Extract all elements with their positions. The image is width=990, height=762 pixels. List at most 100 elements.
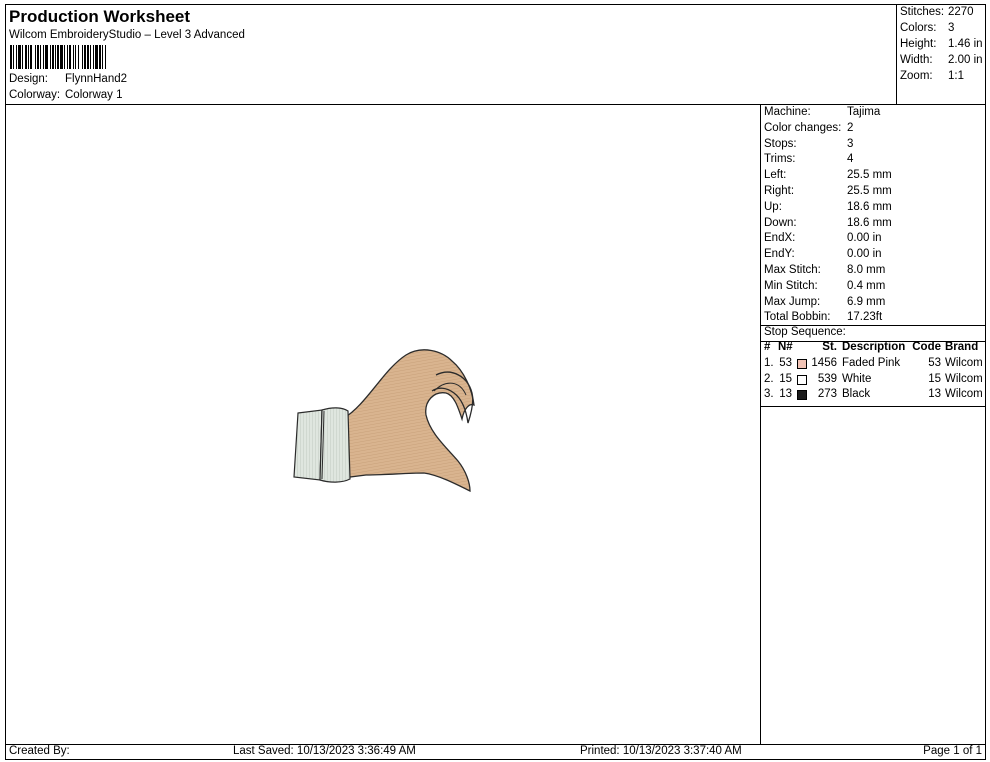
stitches-value: 2270 <box>948 6 974 18</box>
spec-label: Down: <box>764 216 797 229</box>
spec-row: Trims: 4 <box>764 153 853 165</box>
spec-row: Machine: Tajima <box>764 106 880 118</box>
last-saved: Last Saved: 10/13/2023 3:36:49 AM <box>233 745 416 757</box>
spec-label: Color changes: <box>764 121 842 134</box>
worksheet-header: Production Worksheet Wilcom EmbroiderySt… <box>6 5 896 105</box>
table-row: 3. 13 273 Black 13 Wilcom <box>761 388 985 404</box>
color-swatch <box>797 390 807 401</box>
col-brand-header: Brand <box>945 341 979 353</box>
hand-shape <box>343 349 475 493</box>
spec-row: EndY: 0.00 in <box>764 248 882 260</box>
software-subtitle: Wilcom EmbroideryStudio – Level 3 Advanc… <box>9 29 245 41</box>
design-value: FlynnHand2 <box>65 73 128 85</box>
printed-time: Printed: 10/13/2023 3:37:40 AM <box>580 745 742 757</box>
thread-description: Black <box>842 388 871 401</box>
worksheet-frame: Production Worksheet Wilcom EmbroiderySt… <box>5 4 986 760</box>
design-preview <box>6 105 760 744</box>
spec-row: Right: 25.5 mm <box>764 185 892 197</box>
stop-sequence-table: # N# St. Description Code Brand 1. 53 1456… <box>761 341 985 404</box>
spec-label: Stops: <box>764 137 797 150</box>
spec-value: 25.5 mm <box>847 169 892 182</box>
spec-row: Total Bobbin: 17.23ft <box>764 311 882 323</box>
spec-label: Max Jump: <box>764 295 821 308</box>
thread-brand: Wilcom <box>945 356 983 369</box>
spec-row: Color changes: 2 <box>764 122 853 134</box>
spec-row: Min Stitch: 0.4 mm <box>764 280 885 292</box>
col-description-header: Description <box>842 341 906 353</box>
table-row: 2. 15 539 White 15 Wilcom <box>761 373 985 389</box>
barcode <box>10 45 162 69</box>
embroidery-hand-design <box>293 349 475 493</box>
spec-value: 25.5 mm <box>847 185 892 197</box>
needle-number: 13 <box>779 388 792 401</box>
spec-row: EndX: 0.00 in <box>764 232 882 244</box>
spec-row: Up: 18.6 mm <box>764 201 892 213</box>
spec-label: Total Bobbin: <box>764 311 831 324</box>
thread-brand: Wilcom <box>945 388 983 401</box>
design-label: Design: <box>9 73 48 85</box>
spec-value: 0.00 in <box>847 232 882 245</box>
spec-label: Max Stitch: <box>764 264 821 276</box>
spec-label: Trims: <box>764 153 796 166</box>
spec-value: Tajima <box>847 106 881 118</box>
spec-value: 6.9 mm <box>847 295 886 308</box>
stitch-count: 539 <box>817 372 837 385</box>
spec-label: Up: <box>764 200 782 213</box>
width-value: 2.00 in <box>948 54 983 66</box>
width-row: Width: 2.00 in <box>900 54 983 66</box>
table-header-row: # N# St. Description Code Brand <box>761 341 985 357</box>
stop-sequence-title: Stop Sequence: <box>764 326 846 338</box>
spec-row: Down: 18.6 mm <box>764 217 892 229</box>
stitch-count: 1456 <box>811 356 837 369</box>
zoom-row: Zoom: 1:1 <box>900 70 964 82</box>
row-index: 2. <box>764 372 774 385</box>
height-value: 1.46 in <box>948 38 983 50</box>
cuff-front <box>319 407 351 483</box>
spec-label: EndY: <box>764 248 795 261</box>
colorway-value: Colorway 1 <box>65 89 123 101</box>
spec-row: Max Stitch: 8.0 mm <box>764 264 885 276</box>
spec-value: 3 <box>847 137 854 150</box>
spec-value: 2 <box>847 121 854 134</box>
colors-label: Colors: <box>900 22 937 34</box>
spec-row: Left: 25.5 mm <box>764 169 892 181</box>
worksheet-footer: Created By: Last Saved: 10/13/2023 3:36:… <box>6 744 985 759</box>
spec-row: Stops: 3 <box>764 138 853 150</box>
spec-label: Left: <box>764 169 787 182</box>
stitch-count: 273 <box>817 388 837 401</box>
cuff-back <box>293 409 323 481</box>
page-title: Production Worksheet <box>9 7 191 26</box>
table-row: 1. 53 1456 Faded Pink 53 Wilcom <box>761 357 985 373</box>
row-index: 1. <box>764 356 774 369</box>
zoom-label: Zoom: <box>900 70 933 82</box>
spec-label: Machine: <box>764 106 811 118</box>
thread-code: 53 <box>928 356 941 369</box>
spec-label: EndX: <box>764 232 796 245</box>
spec-row: Max Jump: 6.9 mm <box>764 296 885 308</box>
spec-value: 0.00 in <box>847 248 882 261</box>
spec-value: 4 <box>847 153 854 166</box>
row-index: 3. <box>764 388 774 401</box>
spec-value: 18.6 mm <box>847 216 892 229</box>
stitches-row: Stitches: 2270 <box>900 6 974 18</box>
thread-description: Faded Pink <box>842 356 901 369</box>
colors-value: 3 <box>948 22 955 34</box>
spec-value: 17.23ft <box>847 311 883 324</box>
height-row: Height: 1.46 in <box>900 38 983 50</box>
height-label: Height: <box>900 38 937 50</box>
color-swatch <box>797 358 807 369</box>
spec-value: 8.0 mm <box>847 264 886 276</box>
divider <box>761 406 985 407</box>
spec-value: 18.6 mm <box>847 200 892 213</box>
spec-label: Min Stitch: <box>764 279 818 292</box>
created-by: Created By: <box>9 745 70 757</box>
colorway-label: Colorway: <box>9 89 61 101</box>
col-stitches-header: St. <box>822 341 837 353</box>
needle-number: 53 <box>779 356 792 369</box>
thread-description: White <box>842 372 872 385</box>
design-stats: Stitches: 2270 Colors: 3 Height: 1.46 in Wi… <box>896 5 985 105</box>
thread-brand: Wilcom <box>945 372 983 385</box>
thread-code: 13 <box>928 388 941 401</box>
stitches-label: Stitches: <box>900 6 945 18</box>
col-needle-header: N# <box>778 341 793 353</box>
